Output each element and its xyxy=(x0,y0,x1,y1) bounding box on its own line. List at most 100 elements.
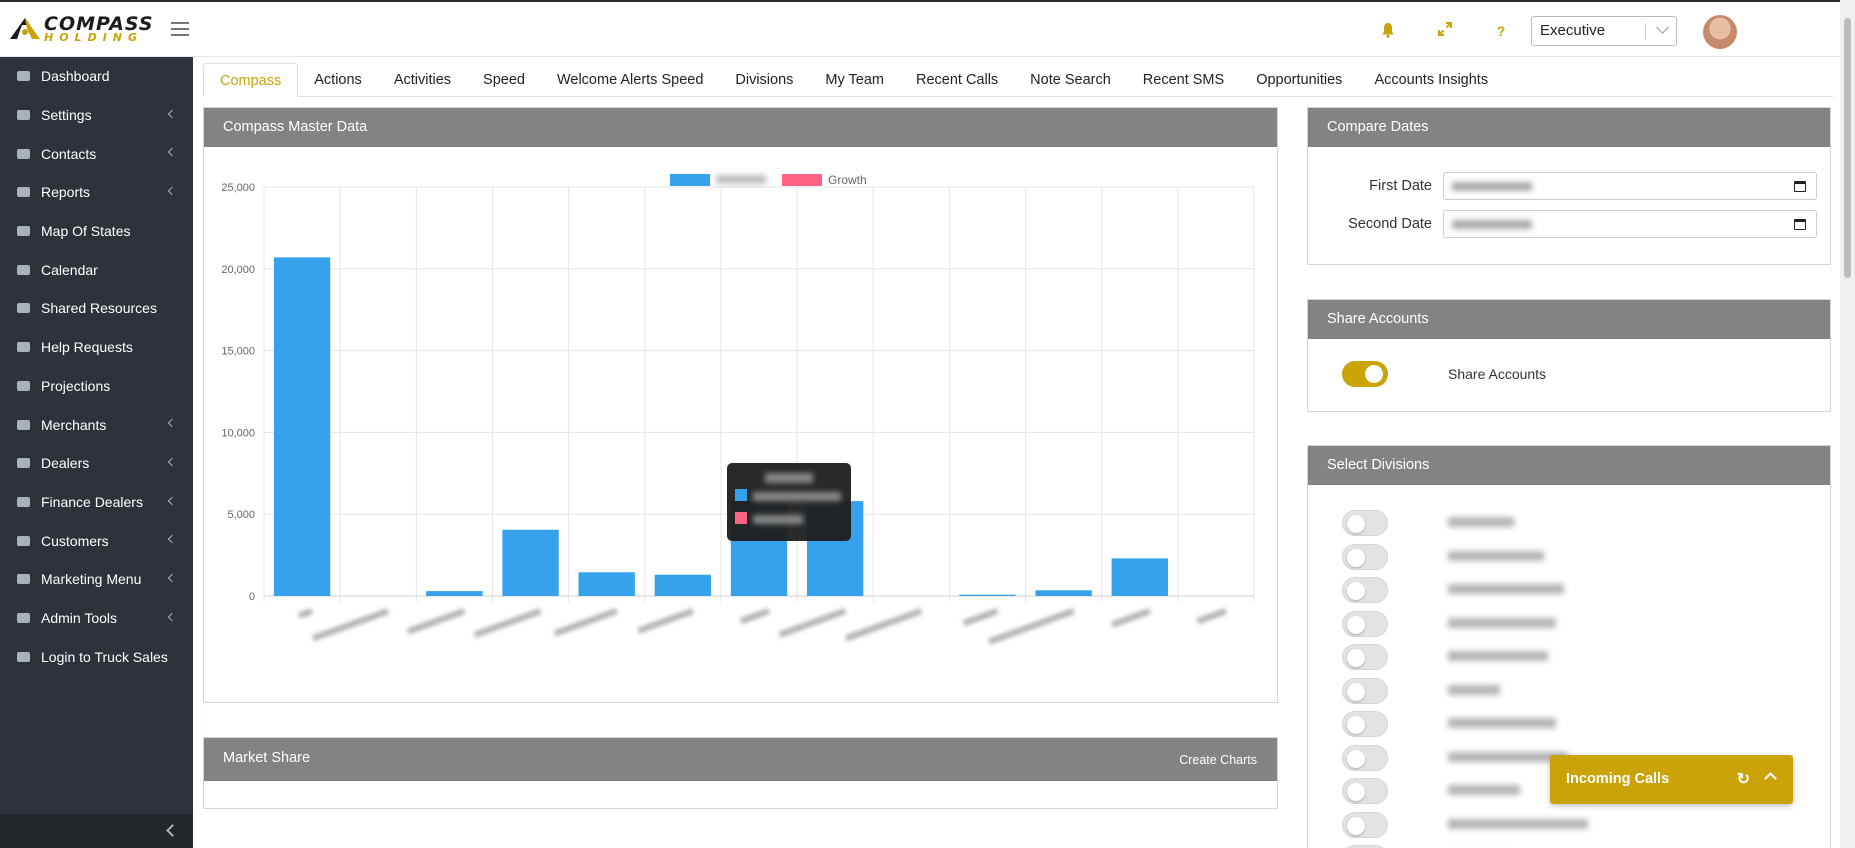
y-tick-label: 15,000 xyxy=(221,346,255,358)
second-date-input[interactable] xyxy=(1443,210,1817,238)
sidebar-item-settings[interactable]: Settings xyxy=(0,96,193,135)
sidebar-item-projections[interactable]: Projections xyxy=(0,367,193,406)
sidebar-collapse-button[interactable] xyxy=(0,814,193,848)
tab-divisions[interactable]: Divisions xyxy=(719,63,809,97)
division-toggle[interactable] xyxy=(1342,610,1388,637)
sidebar-item-shared-resources[interactable]: Shared Resources xyxy=(0,289,193,328)
first-date-input[interactable] xyxy=(1443,172,1817,200)
second-date-value-redacted xyxy=(1452,220,1532,229)
select-divisions-panel-header: Select Divisions xyxy=(1308,446,1830,485)
sidebar-item-help-requests[interactable]: Help Requests xyxy=(0,328,193,367)
share-accounts-toggle-label: Share Accounts xyxy=(1448,366,1547,382)
division-toggle[interactable] xyxy=(1342,510,1388,536)
legend-label-growth: Growth xyxy=(828,173,867,187)
x-tick-label-redacted xyxy=(473,608,542,638)
division-toggle[interactable] xyxy=(1342,778,1388,804)
sidebar-item-merchants[interactable]: Merchants xyxy=(0,405,193,444)
compass-holding-logo[interactable]: COMPASS HOLDING xyxy=(8,14,154,44)
page-scrollbar[interactable] xyxy=(1840,0,1855,848)
bell-icon[interactable] xyxy=(1379,22,1397,40)
role-select[interactable]: Executive xyxy=(1531,16,1677,46)
chevron-left-icon xyxy=(167,535,177,544)
calendar-icon xyxy=(16,263,32,277)
help-icon[interactable]: ? xyxy=(1492,22,1510,40)
menu-toggle-icon[interactable] xyxy=(171,22,189,36)
legend-swatch-growth xyxy=(782,174,822,186)
division-toggle[interactable] xyxy=(1342,811,1388,838)
sidebar-item-label: Dealers xyxy=(41,455,90,472)
chevron-up-icon[interactable] xyxy=(1764,772,1777,785)
sidebar-item-marketing-menu[interactable]: Marketing Menu xyxy=(0,560,193,599)
bar-series1 xyxy=(959,594,1016,596)
chevron-left-icon xyxy=(167,418,177,428)
chevron-left-icon xyxy=(167,612,177,621)
incoming-calls-widget[interactable]: Incoming Calls ↻ xyxy=(1550,755,1793,804)
sidebar-item-label: Finance Dealers xyxy=(41,493,143,510)
chevron-left-icon xyxy=(167,573,177,583)
compare-dates-panel-title: Compare Dates xyxy=(1327,119,1429,135)
tab-opportunities[interactable]: Opportunities xyxy=(1240,63,1358,97)
scrollbar-thumb[interactable] xyxy=(1844,18,1851,278)
compass-logo-mark-icon xyxy=(8,15,42,43)
market-share-panel-title: Market Share xyxy=(223,750,311,766)
division-label-redacted xyxy=(1448,550,1544,561)
tooltip-swatch-series1 xyxy=(735,489,747,501)
division-label-redacted xyxy=(1448,651,1548,661)
sidebar-item-admin-tools[interactable]: Admin Tools xyxy=(0,599,193,638)
tab-speed[interactable]: Speed xyxy=(467,63,541,97)
sidebar-item-label: Login to Truck Sales xyxy=(41,648,168,665)
division-toggle[interactable] xyxy=(1342,711,1388,737)
calendar-icon[interactable] xyxy=(1794,181,1806,192)
tab-my-team[interactable]: My Team xyxy=(809,63,900,97)
division-toggle[interactable] xyxy=(1342,644,1388,670)
create-charts-button[interactable]: Create Charts xyxy=(1179,738,1257,782)
division-toggle[interactable] xyxy=(1342,543,1388,570)
tab-accounts-insights[interactable]: Accounts Insights xyxy=(1358,63,1504,97)
division-toggle[interactable] xyxy=(1342,677,1388,704)
tab-recent-calls[interactable]: Recent Calls xyxy=(900,63,1014,97)
sidebar-item-reports[interactable]: Reports xyxy=(0,173,193,212)
share-accounts-toggle[interactable] xyxy=(1342,361,1388,387)
y-tick-label: 0 xyxy=(249,591,255,603)
newspaper-icon xyxy=(16,572,32,586)
gears-icon xyxy=(16,108,32,122)
dashboard-icon xyxy=(16,69,32,83)
division-toggle[interactable] xyxy=(1342,744,1388,771)
tab-compass[interactable]: Compass xyxy=(203,63,299,97)
sidebar-item-label: Merchants xyxy=(41,416,107,433)
expand-icon[interactable] xyxy=(1436,22,1454,40)
tab-note-search[interactable]: Note Search xyxy=(1014,63,1127,97)
life-ring-icon xyxy=(16,340,32,354)
bar-series1 xyxy=(273,257,331,596)
master-data-panel-title: Compass Master Data xyxy=(223,119,368,135)
user-name-redacted[interactable] xyxy=(1746,22,1786,34)
sidebar-item-dealers[interactable]: Dealers xyxy=(0,444,193,483)
master-data-chart: 0 5,000 10,000 15,000 20,000 25,000 Growth xyxy=(204,147,1277,702)
x-tick-label-redacted xyxy=(297,608,314,619)
calendar-icon[interactable] xyxy=(1794,219,1806,230)
second-date-label: Second Date xyxy=(1348,216,1432,232)
tab-recent-sms[interactable]: Recent SMS xyxy=(1127,63,1240,97)
market-share-panel: Market Share Create Charts xyxy=(203,737,1278,809)
sidebar-item-login-to-truck-sales[interactable]: Login to Truck Sales xyxy=(0,637,193,676)
sidebar-item-label: Projections xyxy=(41,377,111,394)
bar-series1 xyxy=(1111,558,1168,596)
compare-dates-panel-header: Compare Dates xyxy=(1308,108,1830,147)
refresh-icon[interactable]: ↻ xyxy=(1737,769,1750,789)
legend-swatch-series1 xyxy=(670,174,710,186)
bar-series1 xyxy=(578,572,635,596)
sidebar-item-dashboard[interactable]: Dashboard xyxy=(0,57,193,96)
tab-actions[interactable]: Actions xyxy=(298,63,378,97)
tab-activities[interactable]: Activities xyxy=(378,63,467,97)
sidebar-item-finance-dealers[interactable]: Finance Dealers xyxy=(0,483,193,522)
division-toggle[interactable] xyxy=(1342,577,1388,603)
sidebar-item-calendar[interactable]: Calendar xyxy=(0,250,193,289)
avatar[interactable] xyxy=(1703,15,1737,49)
sidebar-item-customers[interactable]: Customers xyxy=(0,521,193,560)
tab-welcome-alerts-speed[interactable]: Welcome Alerts Speed xyxy=(541,63,719,97)
sidebar-item-map-of-states[interactable]: Map Of States xyxy=(0,212,193,251)
y-tick-label: 10,000 xyxy=(221,427,255,439)
x-tick-label-redacted xyxy=(406,608,466,635)
bar-chart-svg: 0 5,000 10,000 15,000 20,000 25,000 Growth xyxy=(221,173,1255,645)
sidebar-item-contacts[interactable]: Contacts xyxy=(0,134,193,173)
